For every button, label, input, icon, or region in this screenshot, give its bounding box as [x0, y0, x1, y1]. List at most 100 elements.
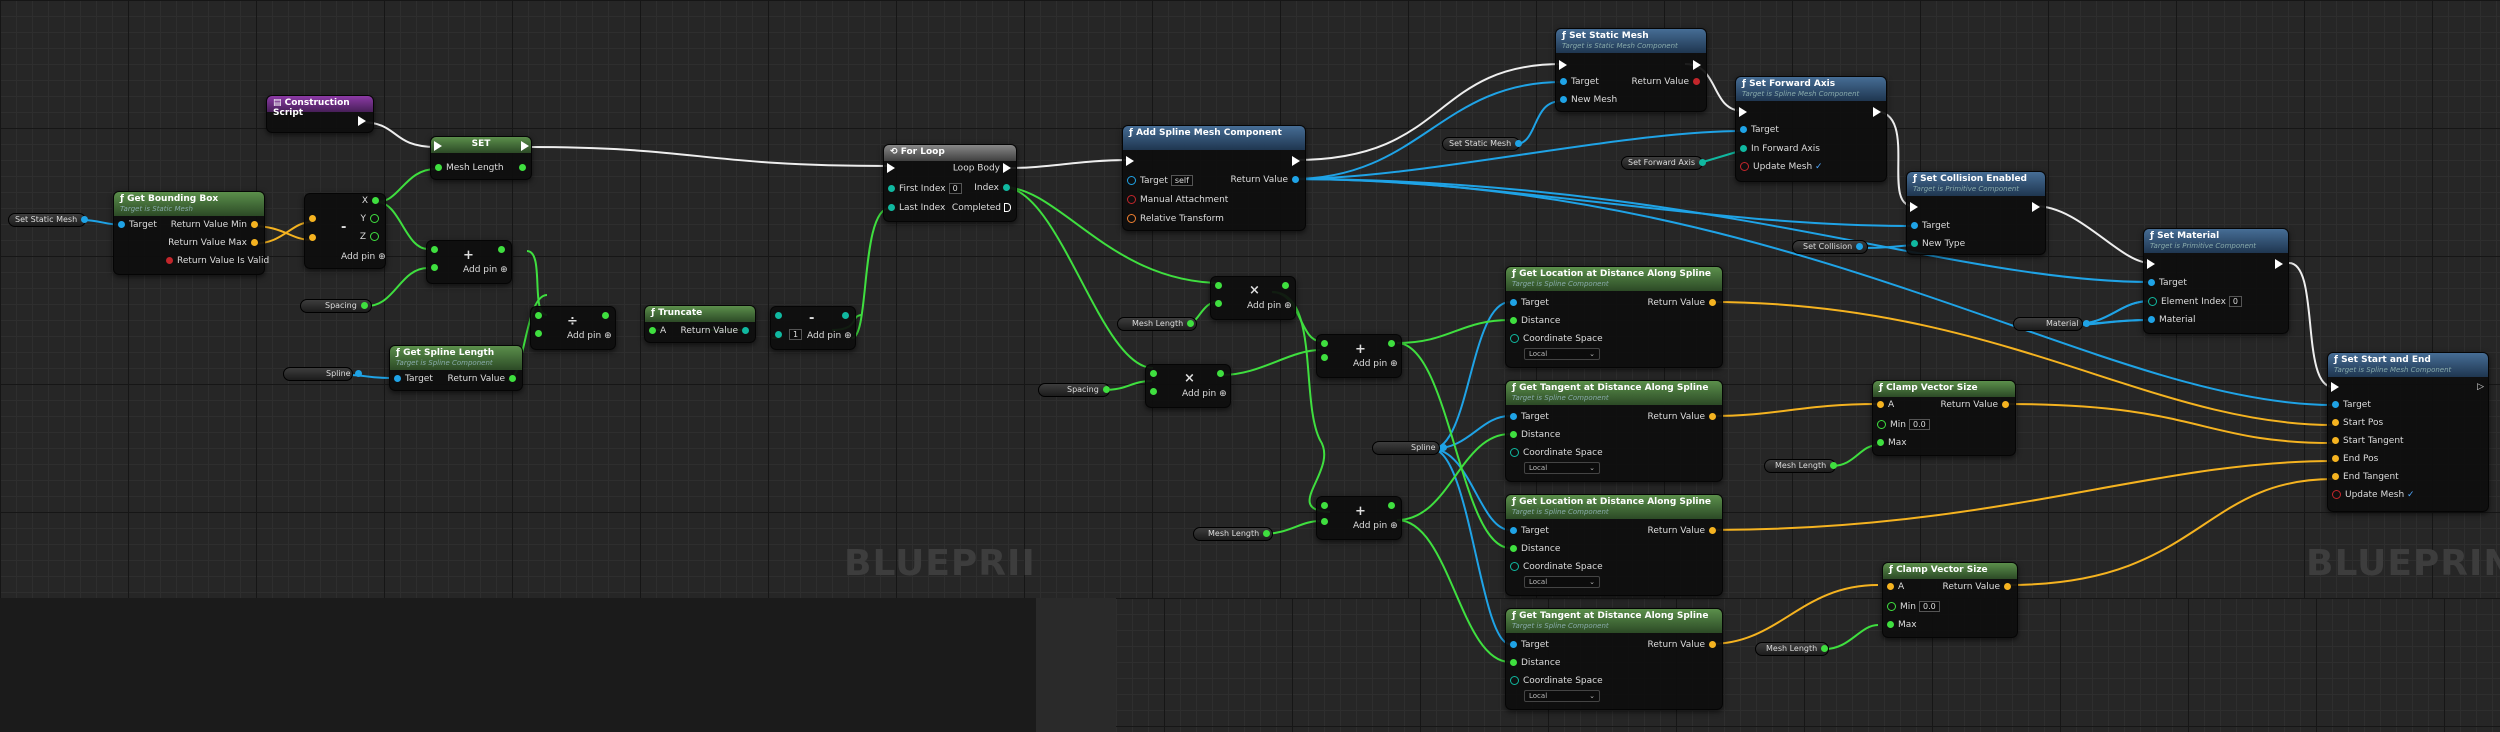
- node-set-collision-enabled[interactable]: ƒ Set Collision Enabled Target is Primiti…: [1906, 171, 2046, 255]
- exec-in-pin[interactable]: [1736, 107, 1750, 118]
- relative-transform-pin[interactable]: Relative Transform: [1123, 214, 1224, 224]
- return-pin[interactable]: Return Value: [1231, 175, 1303, 185]
- float-pin-icon[interactable]: [1830, 462, 1838, 469]
- min-pin[interactable]: Min 0.0: [1873, 419, 1930, 430]
- y-out-pin[interactable]: Y: [361, 214, 384, 224]
- target-pin[interactable]: Target: [1506, 640, 1549, 650]
- b-pin[interactable]: [1317, 517, 1332, 527]
- node-set-material[interactable]: ƒ Set Material Target is Primitive Compon…: [2143, 228, 2289, 334]
- node-add-3[interactable]: + Add pin ⊕: [1316, 496, 1402, 540]
- out-pin[interactable]: [1384, 501, 1399, 511]
- object-pin-icon[interactable]: [1856, 243, 1864, 250]
- exec-in-pin[interactable]: [431, 141, 445, 152]
- node-get-bounding-box[interactable]: ƒ Get Bounding Box Target is Static Mesh …: [113, 191, 269, 275]
- out-pin[interactable]: [598, 311, 613, 321]
- a-pin[interactable]: [1317, 501, 1332, 511]
- add-pin-button[interactable]: Add pin ⊕: [807, 331, 852, 341]
- target-pin[interactable]: Target: [1556, 77, 1599, 87]
- object-pin-icon[interactable]: [354, 370, 362, 377]
- object-pin-icon[interactable]: [1439, 444, 1447, 451]
- z-out-pin[interactable]: Z: [360, 232, 383, 242]
- float-pin-icon[interactable]: [1821, 645, 1829, 652]
- add-pin-button[interactable]: Add pin ⊕: [1353, 359, 1398, 369]
- add-pin-button[interactable]: Add pin ⊕: [1353, 521, 1398, 531]
- coordinate-space-dropdown[interactable]: Local ⌄: [1524, 462, 1600, 474]
- add-pin-button[interactable]: Add pin ⊕: [1182, 389, 1227, 399]
- a-pin[interactable]: A: [645, 326, 666, 336]
- float-pin-icon[interactable]: [1187, 320, 1195, 327]
- var-spline[interactable]: Spline: [283, 367, 362, 381]
- manual-attachment-pin[interactable]: Manual Attachment: [1123, 195, 1228, 205]
- out-pin[interactable]: [1384, 339, 1399, 349]
- node-get-location-along-spline-2[interactable]: ƒ Get Location at Distance Along Spline T…: [1505, 494, 1723, 596]
- var-set-static-mesh-2[interactable]: Set Static Mesh: [1442, 137, 1523, 151]
- node-add-1[interactable]: + Add pin ⊕: [426, 240, 512, 284]
- new-type-pin[interactable]: New Type: [1907, 239, 1965, 249]
- a-pin[interactable]: [771, 311, 786, 321]
- return-pin[interactable]: Return Value: [1648, 640, 1720, 650]
- loop-body-pin[interactable]: Loop Body: [953, 163, 1014, 174]
- return-pin[interactable]: Return Value: [1941, 400, 2013, 410]
- out-pin[interactable]: [494, 245, 509, 255]
- min-value-input[interactable]: 0.0: [1908, 419, 1930, 430]
- var-set-static-mesh[interactable]: Set Static Mesh: [8, 213, 89, 227]
- coordinate-space-pin[interactable]: Coordinate Space: [1506, 676, 1603, 686]
- element-index-pin[interactable]: Element Index 0: [2144, 296, 2242, 307]
- out-pin[interactable]: [838, 311, 853, 321]
- var-spacing[interactable]: Spacing: [300, 299, 372, 313]
- float-pin-icon[interactable]: [1263, 530, 1271, 537]
- mesh-length-pin[interactable]: Mesh Length: [431, 163, 504, 173]
- object-pin-icon[interactable]: [1515, 140, 1523, 147]
- exec-in-pin[interactable]: [2328, 382, 2342, 393]
- node-add-spline-mesh-component[interactable]: ƒ Add Spline Mesh Component Target self R…: [1122, 125, 1306, 231]
- first-index-input[interactable]: 0: [948, 183, 962, 194]
- exec-out-pin[interactable]: [355, 116, 369, 127]
- node-set-start-and-end[interactable]: ƒ Set Start and End Target is Spline Mesh…: [2327, 352, 2489, 512]
- node-for-loop[interactable]: ⟲ For Loop Loop Body First Index 0 Index …: [883, 144, 1017, 222]
- x-out-pin[interactable]: X: [362, 196, 383, 206]
- target-self-input[interactable]: self: [1170, 175, 1193, 186]
- coordinate-space-dropdown[interactable]: Local ⌄: [1524, 348, 1600, 360]
- coordinate-space-dropdown[interactable]: Local ⌄: [1524, 576, 1600, 588]
- b-pin[interactable]: [531, 329, 546, 339]
- a-pin[interactable]: A: [1873, 400, 1894, 410]
- max-pin[interactable]: Max: [1873, 438, 1907, 448]
- exec-out-pin[interactable]: [1690, 60, 1704, 71]
- b-pin[interactable]: 1: [771, 329, 803, 340]
- node-set-forward-axis[interactable]: ƒ Set Forward Axis Target is Spline Mesh …: [1735, 76, 1887, 182]
- node-clamp-vector-size-1[interactable]: ƒ Clamp Vector Size A Return Value Min 0.…: [1872, 380, 2016, 456]
- target-pin[interactable]: Target: [2328, 400, 2371, 410]
- enum-pin-icon[interactable]: [1699, 159, 1706, 166]
- exec-out-pin[interactable]: [2029, 202, 2043, 213]
- var-mesh-length-4[interactable]: Mesh Length: [1755, 642, 1829, 656]
- return-pin[interactable]: Return Value: [448, 374, 520, 384]
- a-pin[interactable]: [1146, 369, 1161, 379]
- b-pin[interactable]: [1211, 299, 1226, 309]
- node-get-spline-length[interactable]: ƒ Get Spline Length Target is Spline Comp…: [389, 345, 523, 391]
- a-pin[interactable]: [1317, 339, 1332, 349]
- node-construction-script[interactable]: ▤ Construction Script: [266, 95, 374, 133]
- add-pin-button[interactable]: Add pin ⊕: [463, 265, 508, 275]
- return-pin[interactable]: Return Value: [1648, 526, 1720, 536]
- node-get-location-along-spline-1[interactable]: ƒ Get Location at Distance Along Spline T…: [1505, 266, 1723, 368]
- node-subtract-vector[interactable]: - X Y Z Add pin ⊕: [304, 193, 386, 269]
- is-valid-pin[interactable]: Return Value Is Valid: [162, 256, 269, 266]
- a-pin[interactable]: [1211, 281, 1226, 291]
- b-pin[interactable]: [427, 263, 442, 273]
- target-pin[interactable]: Target self: [1123, 175, 1193, 186]
- coordinate-space-pin[interactable]: Coordinate Space: [1506, 448, 1603, 458]
- a-pin[interactable]: A: [1883, 582, 1904, 592]
- completed-pin[interactable]: Completed: [952, 203, 1014, 213]
- a-pin[interactable]: [531, 311, 546, 321]
- index-pin[interactable]: Index: [974, 183, 1014, 193]
- add-pin-button[interactable]: Add pin ⊕: [567, 331, 612, 341]
- return-pin[interactable]: Return Value: [1648, 298, 1720, 308]
- target-pin[interactable]: Target: [114, 220, 157, 230]
- var-set-forward-axis[interactable]: Set Forward Axis: [1621, 156, 1706, 170]
- b-pin[interactable]: [1146, 387, 1161, 397]
- coordinate-space-pin[interactable]: Coordinate Space: [1506, 334, 1603, 344]
- b-value-input[interactable]: 1: [789, 329, 803, 340]
- end-pos-pin[interactable]: End Pos: [2328, 454, 2378, 464]
- exec-in-pin[interactable]: [2144, 259, 2158, 270]
- distance-pin[interactable]: Distance: [1506, 658, 1560, 668]
